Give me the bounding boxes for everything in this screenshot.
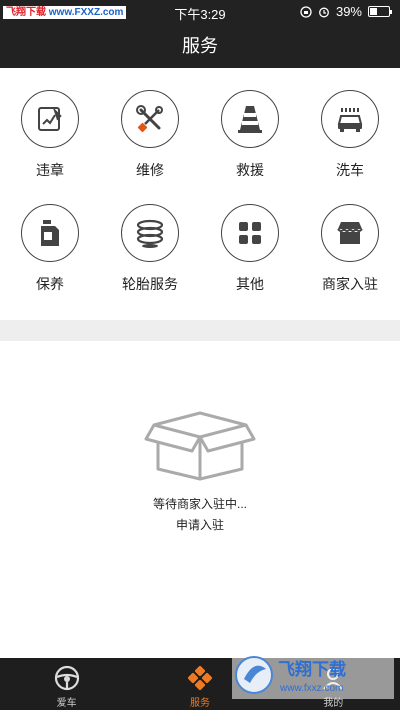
service-label: 救援 xyxy=(236,162,264,178)
page-title: 服务 xyxy=(182,36,218,56)
empty-box-icon xyxy=(144,411,256,481)
service-rescue[interactable]: 救援 xyxy=(200,90,300,180)
traffic-cone-icon xyxy=(238,106,262,133)
grid-icon xyxy=(239,222,261,244)
violation-icon xyxy=(38,107,62,131)
service-maintenance[interactable]: 保养 xyxy=(0,204,100,294)
service-label: 违章 xyxy=(36,162,64,178)
watermark-logo: 飞翔下载 www.fxxz.com xyxy=(232,651,394,699)
battery-percent: 39% xyxy=(335,4,362,19)
empty-message: 等待商家入驻中... xyxy=(152,497,247,511)
tab-label: 服务 xyxy=(189,698,210,709)
service-car-wash[interactable]: 洗车 xyxy=(300,90,400,180)
service-icon xyxy=(187,665,213,691)
battery-icon xyxy=(368,6,392,17)
service-label: 轮胎服务 xyxy=(122,276,178,292)
status-bar: 飞翔下载 www.FXXZ.com 下午3:29 39% xyxy=(0,0,400,24)
steering-wheel-icon xyxy=(54,665,79,691)
service-label: 保养 xyxy=(36,276,64,292)
shop-icon xyxy=(337,222,363,244)
service-grid: 违章 维修 救援 洗车 保养 轮胎服务 其他 商家入驻 xyxy=(0,90,400,294)
service-merchant-join[interactable]: 商家入驻 xyxy=(300,204,400,294)
rotation-lock-icon xyxy=(300,5,312,18)
tires-icon xyxy=(136,219,164,248)
watermark-brand: 飞翔下载 xyxy=(278,659,346,680)
service-label: 维修 xyxy=(136,162,164,178)
service-label: 洗车 xyxy=(336,162,364,178)
alarm-icon xyxy=(319,7,329,17)
repair-tools-icon xyxy=(136,105,163,133)
service-other[interactable]: 其他 xyxy=(200,204,300,294)
top-bar: 飞翔下载 www.FXXZ.com 下午3:29 39% 服务 xyxy=(0,0,400,68)
service-repair[interactable]: 维修 xyxy=(100,90,200,180)
service-label: 其他 xyxy=(236,276,264,292)
section-divider xyxy=(0,320,400,341)
service-tires[interactable]: 轮胎服务 xyxy=(100,204,200,294)
apply-join-link[interactable]: 申请入驻 xyxy=(0,516,400,533)
tab-label: 爱车 xyxy=(56,698,77,709)
service-violation[interactable]: 违章 xyxy=(0,90,100,180)
watermark-url: www.fxxz.com xyxy=(279,683,343,694)
status-icons: 39% xyxy=(300,4,392,19)
oil-can-icon xyxy=(41,220,59,246)
tab-car[interactable]: 爱车 xyxy=(0,658,133,710)
car-wash-icon xyxy=(337,108,363,132)
service-label: 商家入驻 xyxy=(322,276,378,292)
